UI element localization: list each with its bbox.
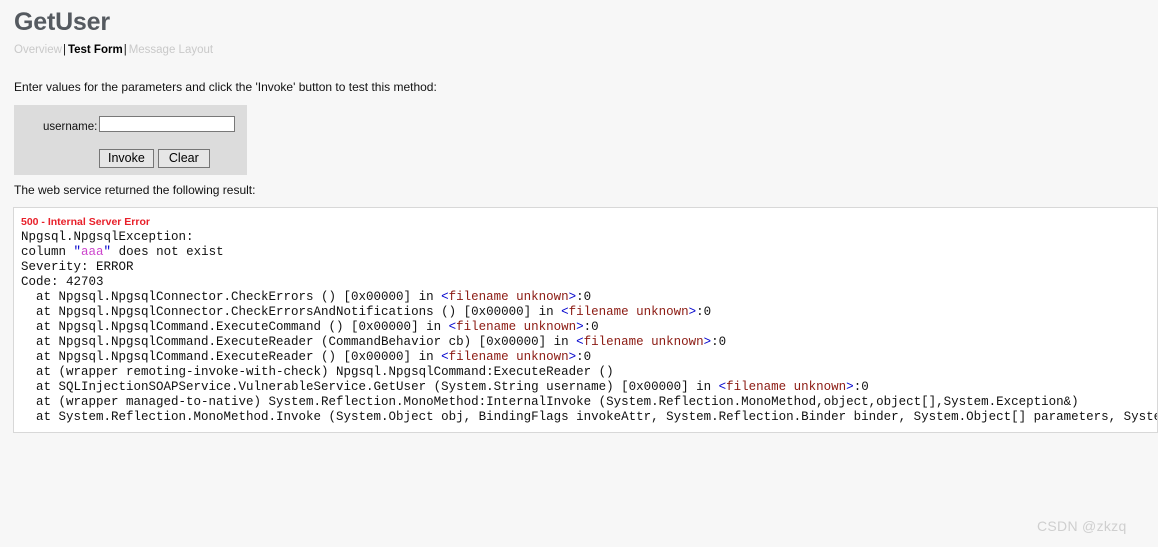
nav-separator-1: | xyxy=(62,44,66,56)
stack-trace-line: at Npgsql.NpgsqlCommand.ExecuteReader (C… xyxy=(21,335,727,349)
result-caption: The web service returned the following r… xyxy=(14,183,256,197)
parameter-form-panel: username: Invoke Clear xyxy=(14,105,247,175)
clear-button[interactable]: Clear xyxy=(157,149,210,168)
nav-link-message-layout[interactable]: Message Layout xyxy=(129,44,213,56)
stack-trace-line: at SQLInjectionSOAPService.VulnerableSer… xyxy=(21,380,869,394)
stack-trace-line: at Npgsql.NpgsqlConnector.CheckErrors ()… xyxy=(21,290,592,304)
stack-trace-line: column "aaa" does not exist xyxy=(21,245,224,259)
invoke-button[interactable]: Invoke xyxy=(99,149,154,168)
result-output-box[interactable]: 500 - Internal Server Error Npgsql.Npgsq… xyxy=(13,207,1158,433)
stack-trace-line: Code: 42703 xyxy=(21,275,104,289)
stack-trace-line: Npgsql.NpgsqlException: xyxy=(21,230,194,244)
stack-trace-line: Severity: ERROR xyxy=(21,260,134,274)
page-title: GetUser xyxy=(14,8,110,36)
form-button-row: Invoke Clear xyxy=(99,149,210,168)
nav-separator-2: | xyxy=(123,44,127,56)
instruction-text: Enter values for the parameters and clic… xyxy=(14,80,437,94)
parameter-row-username: username: xyxy=(14,105,247,137)
breadcrumb: Overview| Test Form| Message Layout xyxy=(14,44,213,57)
stack-trace-line: at (wrapper managed-to-native) System.Re… xyxy=(21,395,1079,409)
username-input[interactable] xyxy=(99,116,235,132)
nav-link-overview[interactable]: Overview xyxy=(14,44,62,56)
stack-trace-line: at Npgsql.NpgsqlConnector.CheckErrorsAnd… xyxy=(21,305,712,319)
username-label: username: xyxy=(43,121,98,133)
watermark: CSDN @zkzq xyxy=(1037,518,1127,534)
nav-link-test-form[interactable]: Test Form xyxy=(68,44,123,56)
stack-trace-line: at System.Reflection.MonoMethod.Invoke (… xyxy=(36,410,1157,424)
result-output-inner: 500 - Internal Server Error Npgsql.Npgsq… xyxy=(21,215,1157,425)
stack-trace: Npgsql.NpgsqlException: column "aaa" does… xyxy=(21,230,1157,425)
error-status-line: 500 - Internal Server Error xyxy=(21,216,150,228)
stack-trace-line: at (wrapper remoting-invoke-with-check) … xyxy=(21,365,614,379)
stack-trace-line: at Npgsql.NpgsqlCommand.ExecuteReader ()… xyxy=(21,350,592,364)
page-root: GetUser Overview| Test Form| Message Layou… xyxy=(0,0,1158,547)
stack-trace-line: at Npgsql.NpgsqlCommand.ExecuteCommand (… xyxy=(21,320,599,334)
